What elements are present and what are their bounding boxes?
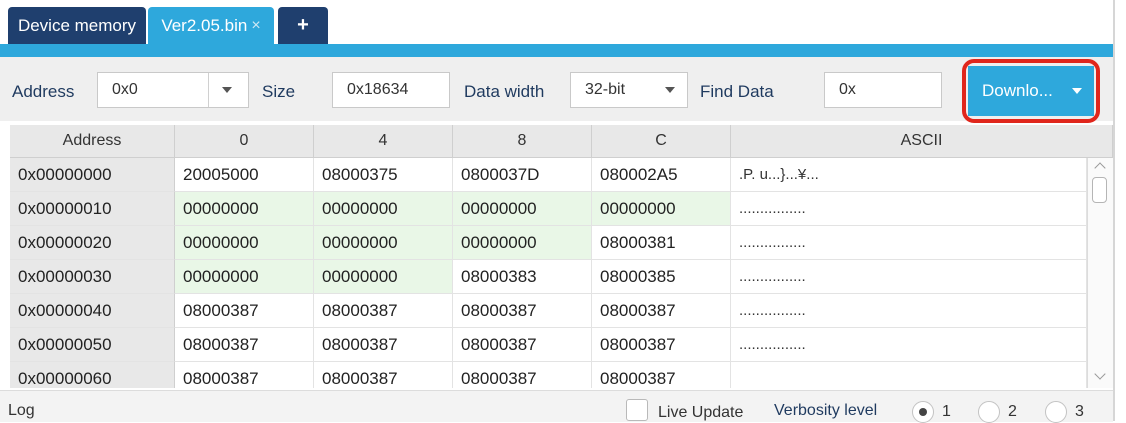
data-cell[interactable]: 08000375 [314,158,453,192]
tab-file[interactable]: Ver2.05.bin × [148,7,274,44]
verbosity-radio-1[interactable] [912,401,934,423]
data-width-select[interactable]: 32-bit [570,72,688,108]
data-cell[interactable]: 08000383 [453,260,592,294]
data-cell[interactable]: 08000387 [175,294,314,328]
data-cell[interactable]: 080002A5 [592,158,731,192]
data-cell[interactable]: 08000387 [314,328,453,362]
size-value: 0x18634 [347,81,409,98]
find-data-value: 0x [839,81,856,98]
download-button[interactable]: Downlo... [968,66,1094,116]
data-cell[interactable]: 00000000 [314,226,453,260]
data-cell[interactable]: 08000387 [453,294,592,328]
verbosity-radio-2[interactable] [978,401,1000,423]
data-cell[interactable]: 08000387 [453,328,592,362]
table-row[interactable]: 0x00000060 08000387 08000387 08000387 08… [10,362,1087,388]
data-width-value: 32-bit [585,81,626,98]
data-cell[interactable]: 00000000 [175,260,314,294]
size-label: Size [262,82,296,101]
live-update-label: Live Update [658,404,744,421]
find-data-field[interactable]: 0x [824,72,942,108]
data-cell[interactable]: 08000387 [592,362,731,388]
address-cell: 0x00000050 [10,328,175,362]
ascii-cell: .P. u...}...¥... [731,158,1087,192]
verbosity-radio-3[interactable] [1045,401,1067,423]
data-cell[interactable]: 00000000 [314,192,453,226]
data-cell[interactable]: 08000387 [175,328,314,362]
data-cell[interactable]: 00000000 [314,260,453,294]
scroll-up-icon[interactable] [1094,162,1106,174]
address-label: Address [12,82,75,101]
verbosity-label: Verbosity level [774,402,878,419]
tab-label: Ver2.05.bin [161,15,248,35]
ascii-cell: ................ [731,328,1087,362]
data-cell[interactable]: 20005000 [175,158,314,192]
data-cell[interactable]: 08000387 [592,294,731,328]
column-header-8[interactable]: 8 [453,125,592,158]
find-data-label: Find Data [700,82,774,101]
address-cell: 0x00000040 [10,294,175,328]
data-cell[interactable]: 08000387 [314,362,453,388]
data-cell[interactable]: 08000387 [175,362,314,388]
column-header-c[interactable]: C [592,125,731,158]
data-cell[interactable]: 00000000 [175,226,314,260]
tab-label: Device memory [17,15,137,35]
data-cell[interactable]: 00000000 [175,192,314,226]
data-cell[interactable]: 08000387 [592,328,731,362]
table-row[interactable]: 0x00000010 00000000 00000000 00000000 00… [10,192,1087,226]
data-cell[interactable]: 00000000 [592,192,731,226]
column-header-ascii[interactable]: ASCII [731,125,1113,158]
ascii-cell: ................ [731,294,1087,328]
log-label: Log [8,402,35,419]
ascii-cell: ................ [731,226,1087,260]
download-label: Downlo... [982,81,1053,100]
combo-divider [208,73,209,107]
window-divider [1113,0,1115,421]
column-header-0[interactable]: 0 [175,125,314,158]
data-width-label: Data width [464,82,545,101]
address-cell: 0x00000030 [10,260,175,294]
data-cell[interactable]: 08000385 [592,260,731,294]
data-cell[interactable]: 08000387 [314,294,453,328]
add-tab-button[interactable]: + [278,7,328,44]
verbosity-radio-label: 3 [1075,403,1084,420]
size-field[interactable]: 0x18634 [332,72,450,108]
data-cell[interactable]: 0800037D [453,158,592,192]
table-row[interactable]: 0x00000020 00000000 00000000 00000000 08… [10,226,1087,260]
address-cell: 0x00000060 [10,362,175,388]
tab-strip: Device memory Ver2.05.bin × + [0,0,1126,44]
column-header-4[interactable]: 4 [314,125,453,158]
data-cell[interactable]: 08000387 [453,362,592,388]
address-cell: 0x00000000 [10,158,175,192]
table-row[interactable]: 0x00000050 08000387 08000387 08000387 08… [10,328,1087,362]
address-cell: 0x00000020 [10,226,175,260]
ascii-cell: ................ [731,192,1087,226]
data-cell[interactable]: 00000000 [453,192,592,226]
scroll-down-icon[interactable] [1094,368,1106,380]
chevron-down-icon[interactable] [665,87,675,93]
ascii-cell [731,362,1087,388]
address-value: 0x0 [112,81,138,98]
table-row[interactable]: 0x00000040 08000387 08000387 08000387 08… [10,294,1087,328]
close-icon[interactable]: × [251,17,260,35]
verbosity-radio-label: 2 [1008,403,1017,420]
scroll-thumb[interactable] [1092,177,1107,203]
data-cell[interactable]: 00000000 [453,226,592,260]
chevron-down-icon[interactable] [1072,88,1082,94]
table-row[interactable]: 0x00000000 20005000 08000375 0800037D 08… [10,158,1087,192]
tab-underline [0,44,1114,57]
chevron-down-icon[interactable] [222,87,232,93]
live-update-checkbox[interactable] [626,399,648,421]
column-header-address[interactable]: Address [10,125,175,158]
vertical-scrollbar[interactable] [1087,158,1113,388]
table-row[interactable]: 0x00000030 00000000 00000000 08000383 08… [10,260,1087,294]
verbosity-radio-label: 1 [942,403,951,420]
tab-device-memory[interactable]: Device memory [8,7,146,44]
data-cell[interactable]: 08000381 [592,226,731,260]
address-cell: 0x00000010 [10,192,175,226]
memory-table: Address 0 4 8 C ASCII 0x00000000 2000500… [10,125,1113,388]
ascii-cell: ................ [731,260,1087,294]
address-combo[interactable]: 0x0 [97,72,249,108]
